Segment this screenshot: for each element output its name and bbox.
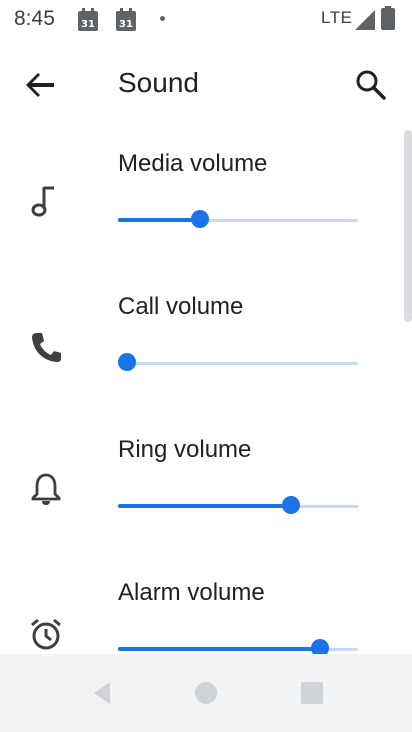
settings-list[interactable]: Media volume Call volume Ring volume Ala… — [0, 130, 412, 654]
alarm-volume-slider[interactable] — [118, 639, 358, 654]
calendar-day-text: 31 — [81, 19, 95, 30]
slider-thumb[interactable] — [311, 639, 329, 654]
navigation-bar — [0, 654, 412, 732]
back-button[interactable] — [18, 65, 62, 105]
nav-recents-button[interactable] — [295, 676, 329, 710]
music-note-icon — [31, 186, 54, 217]
nav-back-button[interactable] — [88, 676, 122, 710]
nav-home-button[interactable] — [189, 676, 223, 710]
slider-thumb[interactable] — [118, 353, 136, 371]
notification-dot-icon — [160, 16, 165, 21]
setting-alarm-volume: Alarm volume — [0, 559, 412, 654]
setting-media-volume: Media volume — [0, 130, 412, 273]
slider-thumb[interactable] — [191, 210, 209, 228]
status-bar: 8:45 31 31 LTE — [0, 0, 412, 40]
search-button[interactable] — [348, 62, 392, 106]
slider-fill — [118, 647, 320, 651]
battery-icon — [381, 6, 395, 30]
slider-fill — [118, 218, 200, 222]
setting-label: Ring volume — [118, 436, 252, 463]
nav-home-icon — [195, 682, 217, 704]
setting-ring-volume: Ring volume — [0, 416, 412, 559]
slider-track — [118, 362, 358, 365]
call-volume-slider[interactable] — [118, 353, 358, 375]
ring-volume-slider[interactable] — [118, 496, 358, 518]
slider-thumb[interactable] — [282, 496, 300, 514]
bell-icon — [31, 473, 61, 505]
signal-icon — [355, 10, 375, 30]
nav-recents-icon — [301, 682, 323, 704]
page-title: Sound — [118, 67, 199, 98]
setting-label: Alarm volume — [118, 579, 265, 606]
media-volume-slider[interactable] — [118, 210, 358, 232]
network-type: LTE — [321, 8, 353, 27]
calendar-31-icon: 31 — [78, 8, 98, 31]
calendar-day-text: 31 — [119, 19, 133, 30]
arrow-back-icon — [26, 73, 54, 97]
alarm-icon — [31, 618, 61, 650]
phone-icon — [32, 333, 61, 362]
app-bar: Sound — [0, 40, 412, 130]
setting-label: Call volume — [118, 293, 244, 320]
status-time: 8:45 — [14, 7, 55, 30]
search-icon — [356, 70, 386, 100]
setting-call-volume: Call volume — [0, 273, 412, 416]
calendar-31-icon: 31 — [116, 8, 136, 31]
nav-back-icon — [94, 682, 110, 704]
scrollbar[interactable] — [404, 130, 412, 322]
slider-fill — [118, 504, 291, 508]
setting-label: Media volume — [118, 150, 268, 177]
